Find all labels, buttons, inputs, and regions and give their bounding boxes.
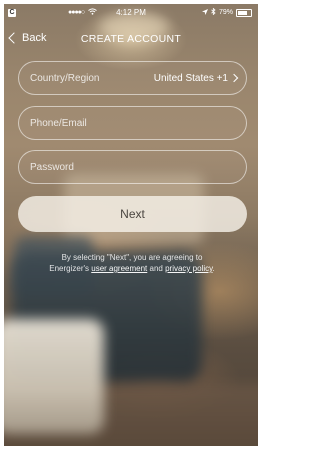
location-arrow-icon bbox=[201, 8, 208, 17]
status-bar: C ●●●●○ 4:12 PM 79% bbox=[4, 4, 258, 22]
country-region-label: Country/Region bbox=[30, 72, 100, 84]
phone-email-field[interactable]: Phone/Email bbox=[18, 106, 247, 140]
battery-percent: 79% bbox=[218, 9, 233, 16]
phone-email-placeholder: Phone/Email bbox=[30, 117, 87, 129]
country-region-value: United States +1 bbox=[153, 72, 228, 84]
agreement-prefix: Energizer's bbox=[49, 264, 92, 273]
background-ottoman bbox=[4, 319, 104, 434]
status-right: 79% bbox=[201, 7, 252, 17]
password-field[interactable]: Password bbox=[18, 150, 247, 184]
battery-icon bbox=[236, 8, 252, 17]
bluetooth-icon bbox=[211, 7, 216, 17]
agreement-suffix: . bbox=[212, 264, 215, 273]
background-floor bbox=[4, 384, 258, 446]
agreement-and: and bbox=[147, 264, 166, 273]
navigation-bar: Back CREATE ACCOUNT bbox=[4, 30, 258, 52]
agreement-line-1: By selecting "Next", you are agreeing to bbox=[61, 253, 203, 262]
privacy-policy-link[interactable]: privacy policy bbox=[165, 264, 212, 273]
agreement-text: By selecting "Next", you are agreeing to… bbox=[14, 252, 250, 274]
user-agreement-link[interactable]: user agreement bbox=[91, 264, 147, 273]
create-account-screen: C ●●●●○ 4:12 PM 79% Back CREATE ACCOUNT … bbox=[4, 4, 258, 446]
battery-fill bbox=[238, 10, 248, 15]
next-button[interactable]: Next bbox=[18, 196, 247, 232]
country-region-selector[interactable]: Country/Region United States +1 bbox=[18, 61, 247, 95]
page-title: CREATE ACCOUNT bbox=[80, 33, 182, 45]
chevron-right-icon bbox=[229, 73, 239, 83]
password-placeholder: Password bbox=[30, 161, 74, 173]
